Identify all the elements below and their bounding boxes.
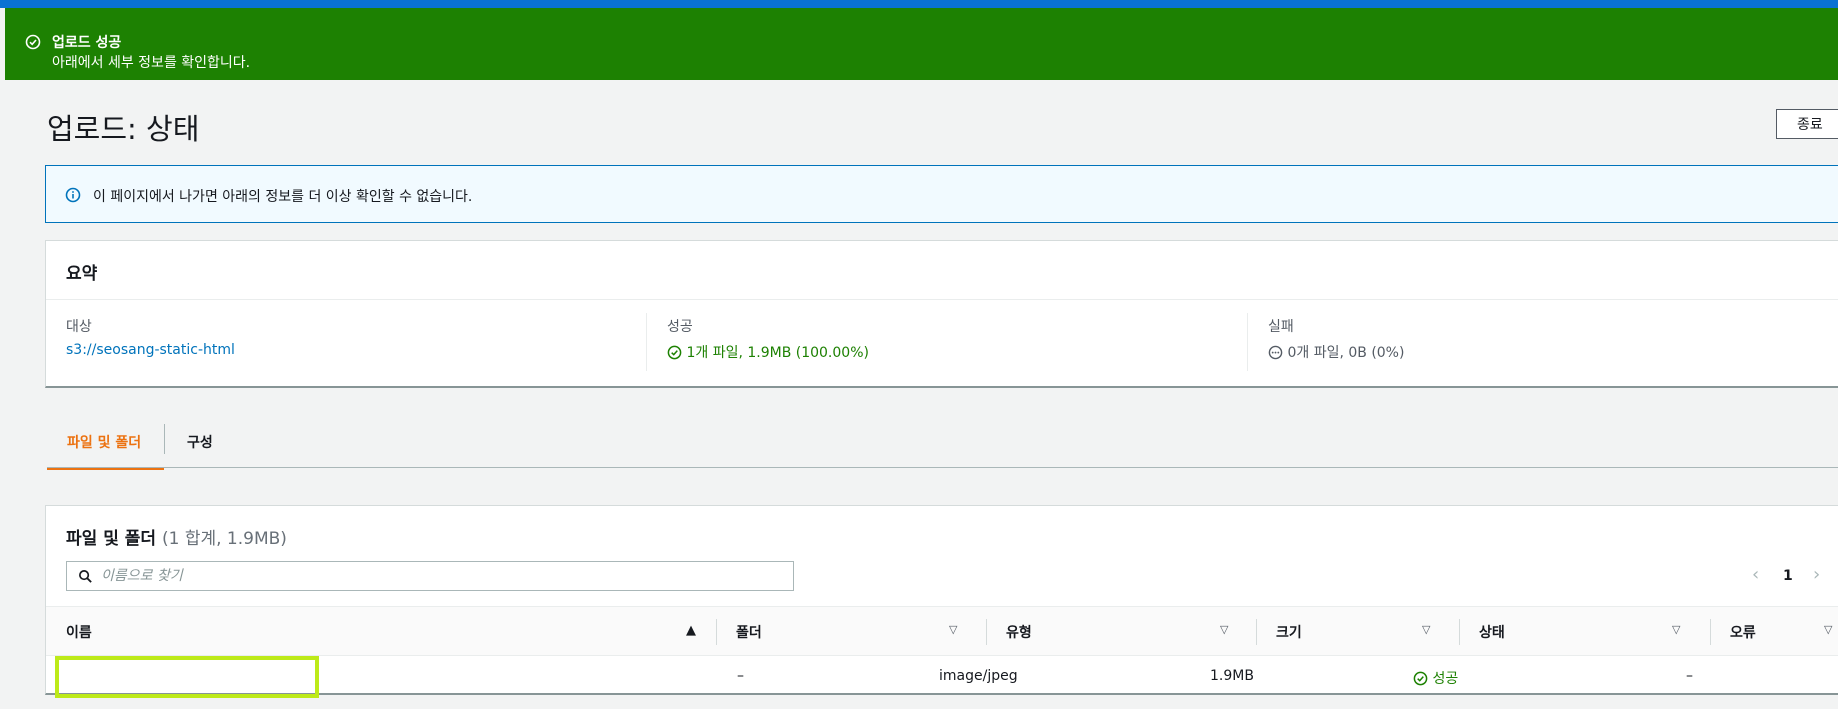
- tabs-underline: [47, 467, 1838, 468]
- column-header-error[interactable]: 오류 ▽: [1710, 607, 1838, 656]
- summary-header: 요약: [46, 241, 1838, 300]
- next-page-icon[interactable]: ›: [1813, 564, 1820, 585]
- column-label: 폴더: [736, 625, 762, 641]
- highlight-box: [55, 656, 319, 698]
- tab-divider: [164, 424, 165, 454]
- more-circle-icon: [1268, 345, 1283, 360]
- success-flash-banner: 업로드 성공 아래에서 세부 정보를 확인합니다.: [5, 8, 1838, 80]
- files-title-wrap: 파일 및 폴더 (1 합계, 1.9MB): [66, 524, 287, 549]
- status-text: 성공: [1432, 671, 1459, 687]
- info-text: 이 페이지에서 나가면 아래의 정보를 더 이상 확인할 수 없습니다.: [93, 189, 473, 205]
- page-title: 업로드: 상태: [47, 112, 200, 146]
- sort-icon[interactable]: ▽: [1220, 623, 1228, 636]
- files-count: (1 합계, 1.9MB): [161, 529, 287, 549]
- summary-failed: 실패 0개 파일, 0B (0%): [1248, 300, 1838, 388]
- files-panel: 파일 및 폴더 (1 합계, 1.9MB) ‹ 1 › 이름 ▲ 폴더 ▽ 유형…: [45, 505, 1838, 698]
- column-header-folder[interactable]: 폴더 ▽: [716, 607, 986, 656]
- check-circle-icon: [667, 345, 682, 360]
- page-number[interactable]: 1: [1783, 568, 1793, 584]
- search-input[interactable]: [101, 566, 781, 586]
- search-icon: [79, 570, 92, 583]
- failed-value: 0개 파일, 0B (0%): [1287, 345, 1405, 361]
- success-value: 1개 파일, 1.9MB (100.00%): [686, 345, 869, 361]
- summary-title: 요약: [66, 264, 98, 284]
- summary-destination: 대상 s3://seosang-static-html: [46, 300, 646, 388]
- sort-icon[interactable]: ▽: [1824, 623, 1832, 636]
- sort-icon[interactable]: ▽: [949, 623, 957, 636]
- column-label: 크기: [1276, 625, 1302, 641]
- cell-type: image/jpeg: [939, 668, 1018, 684]
- search-box: [66, 561, 794, 591]
- prev-page-icon[interactable]: ‹: [1752, 564, 1759, 585]
- flash-message: 아래에서 세부 정보를 확인합니다.: [52, 55, 251, 71]
- column-header-status[interactable]: 상태 ▽: [1459, 607, 1710, 656]
- tab-files-folders[interactable]: 파일 및 폴더: [47, 420, 164, 470]
- column-label: 이름: [66, 625, 92, 641]
- failed-value-wrap: 0개 파일, 0B (0%): [1268, 342, 1404, 362]
- cell-folder: –: [737, 668, 744, 684]
- column-label: 오류: [1730, 625, 1756, 641]
- success-value-wrap: 1개 파일, 1.9MB (100.00%): [667, 342, 869, 362]
- column-header-size[interactable]: 크기 ▽: [1256, 607, 1459, 656]
- cell-size: 1.9MB: [1210, 668, 1254, 684]
- cell-status: 성공: [1413, 668, 1458, 688]
- table-header: 이름 ▲ 폴더 ▽ 유형 ▽ 크기 ▽ 상태 ▽ 오류 ▽: [46, 606, 1838, 656]
- sort-asc-icon[interactable]: ▲: [686, 623, 696, 638]
- tab-configuration[interactable]: 구성: [187, 420, 277, 468]
- column-header-name[interactable]: 이름 ▲: [46, 607, 716, 656]
- success-label: 성공: [667, 319, 693, 335]
- summary-success: 성공 1개 파일, 1.9MB (100.00%): [647, 300, 1247, 388]
- destination-link[interactable]: s3://seosang-static-html: [66, 342, 235, 358]
- top-strip: [0, 0, 1838, 8]
- check-circle-icon: [1413, 671, 1428, 686]
- check-circle-icon: [25, 34, 41, 50]
- column-label: 상태: [1479, 625, 1505, 641]
- sort-icon[interactable]: ▽: [1672, 623, 1680, 636]
- failed-label: 실패: [1268, 319, 1294, 335]
- cell-error: –: [1686, 668, 1693, 684]
- column-label: 유형: [1006, 625, 1032, 641]
- close-button[interactable]: 종료: [1776, 109, 1838, 139]
- column-header-type[interactable]: 유형 ▽: [986, 607, 1256, 656]
- files-title: 파일 및 폴더: [66, 529, 157, 549]
- sort-icon[interactable]: ▽: [1422, 623, 1430, 636]
- flash-title: 업로드 성공: [52, 35, 122, 51]
- summary-panel: 요약 대상 s3://seosang-static-html 성공 1개 파일,…: [45, 240, 1838, 388]
- info-alert: 이 페이지에서 나가면 아래의 정보를 더 이상 확인할 수 없습니다.: [45, 165, 1838, 223]
- destination-label: 대상: [66, 319, 92, 335]
- info-icon: [65, 187, 81, 203]
